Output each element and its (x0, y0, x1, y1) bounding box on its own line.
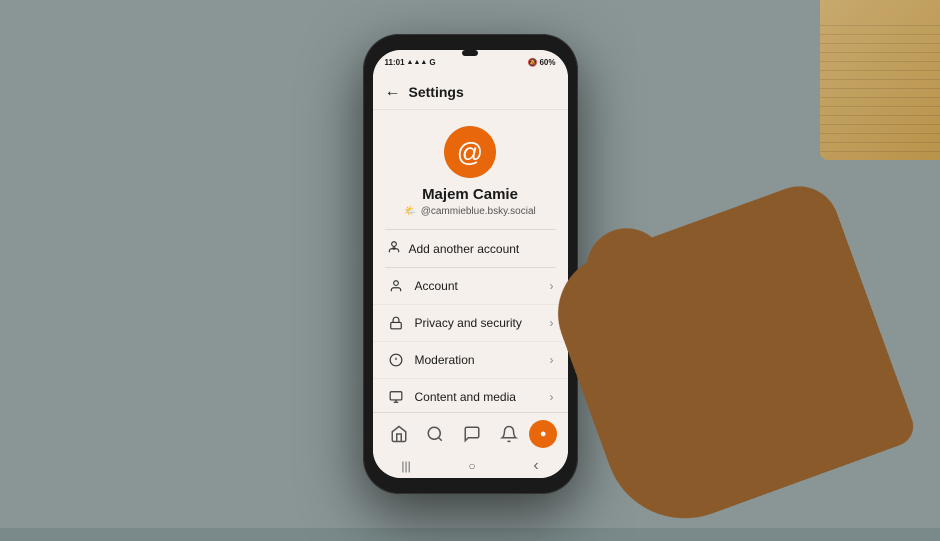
signal-icon: ▲▲▲ (407, 59, 428, 66)
volume-icon: 🔕 (528, 58, 538, 67)
back-nav-button[interactable]: ‹ (533, 457, 538, 475)
corner-decoration (820, 0, 940, 160)
menu-item-content[interactable]: Content and media › (373, 379, 568, 412)
system-nav-bar: ||| ○ ‹ (373, 454, 568, 478)
profile-name: Majem Camie (422, 186, 518, 203)
settings-menu-list: Account › Privacy and security › (373, 268, 568, 412)
moderation-label: Moderation (415, 353, 550, 367)
account-chevron: › (550, 279, 554, 293)
back-button[interactable]: ← (385, 83, 401, 101)
home-button[interactable]: ○ (468, 459, 475, 473)
content-chevron: › (550, 390, 554, 404)
account-icon (387, 277, 405, 295)
add-account-row[interactable]: Add another account (373, 230, 568, 267)
battery-level: 60% (539, 58, 555, 67)
app-header: ← Settings (373, 74, 568, 110)
phone-device: 11:01 ▲▲▲ G 🔕 60% ← Settings @ Majem Cam… (363, 34, 578, 494)
recent-apps-button[interactable]: ||| (401, 459, 410, 473)
profile-handle: @cammieblue.bsky.social (421, 206, 536, 217)
nav-messages[interactable] (456, 418, 488, 450)
sun-icon: 🌤️ (404, 206, 416, 217)
profile-section: @ Majem Camie 🌤️ @cammieblue.bsky.social (373, 110, 568, 229)
privacy-label: Privacy and security (415, 316, 550, 330)
nav-home[interactable] (383, 418, 415, 450)
moderation-chevron: › (550, 353, 554, 367)
status-left: 11:01 ▲▲▲ G (385, 58, 436, 67)
phone-notch (462, 50, 478, 56)
profile-handle-row: 🌤️ @cammieblue.bsky.social (404, 206, 535, 217)
privacy-icon (387, 314, 405, 332)
avatar[interactable]: @ (444, 126, 496, 178)
status-right: 🔕 60% (528, 58, 556, 67)
nav-search[interactable] (419, 418, 451, 450)
nav-profile[interactable]: ● (529, 420, 557, 448)
menu-item-account[interactable]: Account › (373, 268, 568, 305)
account-label: Account (415, 279, 550, 293)
add-account-label: Add another account (409, 242, 520, 256)
content-label: Content and media (415, 390, 550, 404)
nav-notifications[interactable] (493, 418, 525, 450)
menu-item-moderation[interactable]: Moderation › (373, 342, 568, 379)
content-icon (387, 388, 405, 406)
wifi-icon: G (429, 58, 435, 67)
bottom-nav: ● (373, 412, 568, 454)
privacy-chevron: › (550, 316, 554, 330)
profile-nav-icon: ● (540, 428, 547, 440)
moderation-icon (387, 351, 405, 369)
menu-item-privacy[interactable]: Privacy and security › (373, 305, 568, 342)
page-title: Settings (409, 84, 464, 100)
time-display: 11:01 (385, 58, 405, 67)
phone-screen: 11:01 ▲▲▲ G 🔕 60% ← Settings @ Majem Cam… (373, 50, 568, 478)
avatar-symbol: @ (457, 139, 483, 165)
add-account-icon (387, 240, 401, 257)
